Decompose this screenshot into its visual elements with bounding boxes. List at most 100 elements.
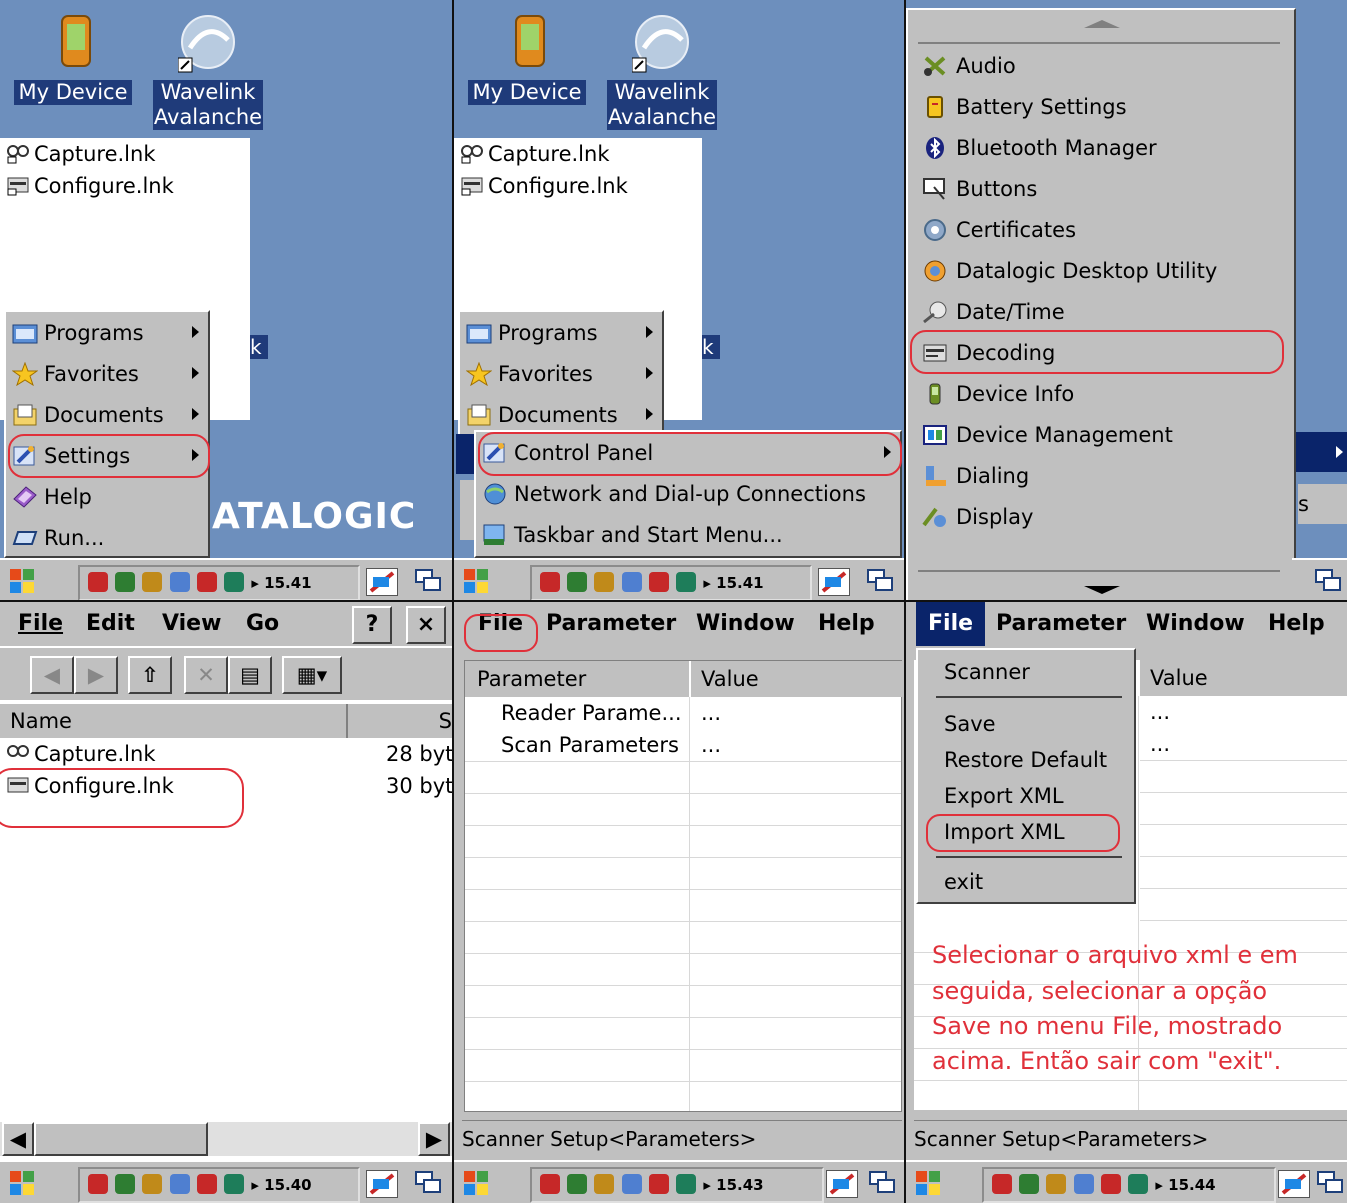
scroll-thumb[interactable]: [34, 1122, 208, 1156]
cp-date-time[interactable]: Date/Time: [922, 292, 1065, 333]
menu-help[interactable]: Help: [12, 478, 92, 516]
scroll-left-button[interactable]: ◀: [2, 1122, 34, 1156]
wavelink-avalanche-label[interactable]: Wavelink Avalanche: [607, 80, 717, 130]
desktop-toggle-icon[interactable]: [414, 568, 444, 594]
wavelink-avalanche-icon[interactable]: [631, 14, 689, 73]
header-name[interactable]: Name: [0, 704, 348, 738]
battery-icon[interactable]: [366, 568, 398, 596]
cp-certificates[interactable]: Certificates: [922, 210, 1076, 251]
forward-button[interactable]: ▶: [74, 656, 118, 694]
file-menu-import-xml[interactable]: Import XML: [944, 816, 1065, 848]
submenu-control-panel[interactable]: Control Panel: [482, 434, 653, 472]
desktop-toggle-icon[interactable]: [1316, 1170, 1344, 1196]
file-menu-restore-default[interactable]: Restore Default: [944, 744, 1107, 776]
header-value[interactable]: Value: [1140, 660, 1347, 696]
start-button-icon[interactable]: [462, 567, 490, 595]
submenu-taskbar-start-menu[interactable]: Taskbar and Start Menu...: [482, 516, 783, 554]
header-parameter[interactable]: Parameter: [465, 661, 691, 697]
cp-datalogic-desktop-utility[interactable]: Datalogic Desktop Utility: [922, 251, 1217, 292]
desktop-toggle-icon[interactable]: [1314, 568, 1344, 594]
cp-device-info[interactable]: Device Info: [922, 374, 1074, 415]
configure-shortcut[interactable]: Configure.lnk: [6, 172, 174, 200]
menu-edit[interactable]: Edit: [86, 602, 135, 646]
file-menu-scanner[interactable]: Scanner: [944, 656, 1030, 688]
battery-icon[interactable]: [826, 1170, 858, 1198]
scroll-right-button[interactable]: ▶: [418, 1122, 450, 1156]
cp-device-management[interactable]: Device Management: [922, 415, 1173, 456]
start-button-icon[interactable]: [8, 1169, 36, 1197]
tray-expand-icon[interactable]: ▸: [251, 574, 259, 592]
menu-help[interactable]: Help: [1268, 602, 1325, 646]
delete-button[interactable]: ✕: [184, 656, 228, 694]
desktop-toggle-icon[interactable]: [866, 568, 896, 594]
scroll-down-icon[interactable]: [1084, 586, 1120, 594]
properties-button[interactable]: ▤: [228, 656, 272, 694]
cp-bluetooth-manager[interactable]: Bluetooth Manager: [922, 128, 1157, 169]
battery-icon[interactable]: [366, 1170, 398, 1198]
menu-go[interactable]: Go: [246, 602, 279, 646]
capture-shortcut[interactable]: Capture.lnk: [460, 140, 609, 168]
menu-settings[interactable]: Settings: [12, 437, 130, 475]
cp-display[interactable]: Display: [922, 497, 1033, 538]
file-row-capture[interactable]: Capture.lnk: [6, 740, 155, 768]
my-device-icon[interactable]: [506, 14, 554, 70]
menu-parameter[interactable]: Parameter: [996, 602, 1126, 646]
desktop-toggle-icon[interactable]: [414, 1170, 444, 1196]
header-size[interactable]: S: [348, 704, 452, 738]
menu-view[interactable]: View: [162, 602, 221, 646]
menu-help[interactable]: Help: [818, 602, 875, 646]
battery-icon[interactable]: [818, 568, 850, 596]
battery-icon[interactable]: [1278, 1170, 1310, 1198]
menu-programs[interactable]: Programs: [466, 314, 598, 352]
my-device-label[interactable]: My Device: [468, 80, 586, 105]
start-button-icon[interactable]: [8, 567, 36, 595]
menu-file-open[interactable]: File: [916, 602, 986, 646]
menu-parameter[interactable]: Parameter: [546, 602, 676, 646]
scroll-up-icon[interactable]: [1084, 20, 1120, 28]
help-button[interactable]: ?: [352, 606, 392, 644]
tray-expand-icon[interactable]: ▸: [1155, 1176, 1163, 1194]
cp-audio[interactable]: Audio: [922, 46, 1016, 87]
my-device-icon[interactable]: [52, 14, 100, 70]
cp-buttons[interactable]: Buttons: [922, 169, 1037, 210]
cp-battery-settings[interactable]: Battery Settings: [922, 87, 1127, 128]
start-button-icon[interactable]: [914, 1169, 942, 1197]
wavelink-avalanche-label[interactable]: Wavelink Avalanche: [153, 80, 263, 130]
tray-expand-icon[interactable]: ▸: [703, 574, 711, 592]
menu-documents[interactable]: Documents: [12, 396, 164, 434]
wavelink-avalanche-icon[interactable]: [177, 14, 235, 73]
menu-window[interactable]: Window: [1146, 602, 1245, 646]
file-menu-save[interactable]: Save: [944, 708, 996, 740]
file-row-configure[interactable]: Configure.lnk: [6, 772, 174, 800]
file-menu-export-xml[interactable]: Export XML: [944, 780, 1064, 812]
cp-decoding[interactable]: Decoding: [922, 333, 1055, 374]
back-button[interactable]: ◀: [30, 656, 74, 694]
tray-expand-icon[interactable]: ▸: [703, 1176, 711, 1194]
view-mode-button[interactable]: ▦▾: [282, 656, 342, 694]
submenu-network-connections[interactable]: Network and Dial-up Connections: [482, 475, 866, 513]
menu-file[interactable]: File: [18, 602, 63, 646]
up-folder-button[interactable]: ⇧: [128, 656, 172, 694]
grid-row[interactable]: Scan Parameters ...: [465, 729, 901, 761]
cp-certificates-label: Certificates: [956, 218, 1077, 242]
menu-programs[interactable]: Programs: [12, 314, 144, 352]
header-value[interactable]: Value: [691, 661, 904, 697]
desktop-toggle-icon[interactable]: [868, 1170, 898, 1196]
control-panel-menu: Audio Battery Settings Bluetooth Manager…: [906, 8, 1296, 600]
cp-dialing[interactable]: Dialing: [922, 456, 1029, 497]
configure-shortcut[interactable]: Configure.lnk: [460, 172, 628, 200]
capture-shortcut[interactable]: Capture.lnk: [6, 140, 155, 168]
menu-file[interactable]: File: [478, 602, 523, 646]
menu-favorites[interactable]: Favorites: [11, 355, 139, 393]
menu-documents[interactable]: Documents: [466, 396, 618, 434]
horizontal-scrollbar[interactable]: ◀ ▶: [0, 1122, 452, 1156]
menu-run[interactable]: Run...: [12, 519, 104, 557]
grid-row[interactable]: Reader Parame... ...: [465, 697, 901, 729]
my-device-label[interactable]: My Device: [14, 80, 132, 105]
menu-favorites[interactable]: Favorites: [465, 355, 593, 393]
close-button[interactable]: ×: [406, 606, 446, 644]
tray-expand-icon[interactable]: ▸: [251, 1176, 259, 1194]
menu-window[interactable]: Window: [696, 602, 795, 646]
start-button-icon[interactable]: [462, 1169, 490, 1197]
file-menu-exit[interactable]: exit: [944, 866, 983, 898]
